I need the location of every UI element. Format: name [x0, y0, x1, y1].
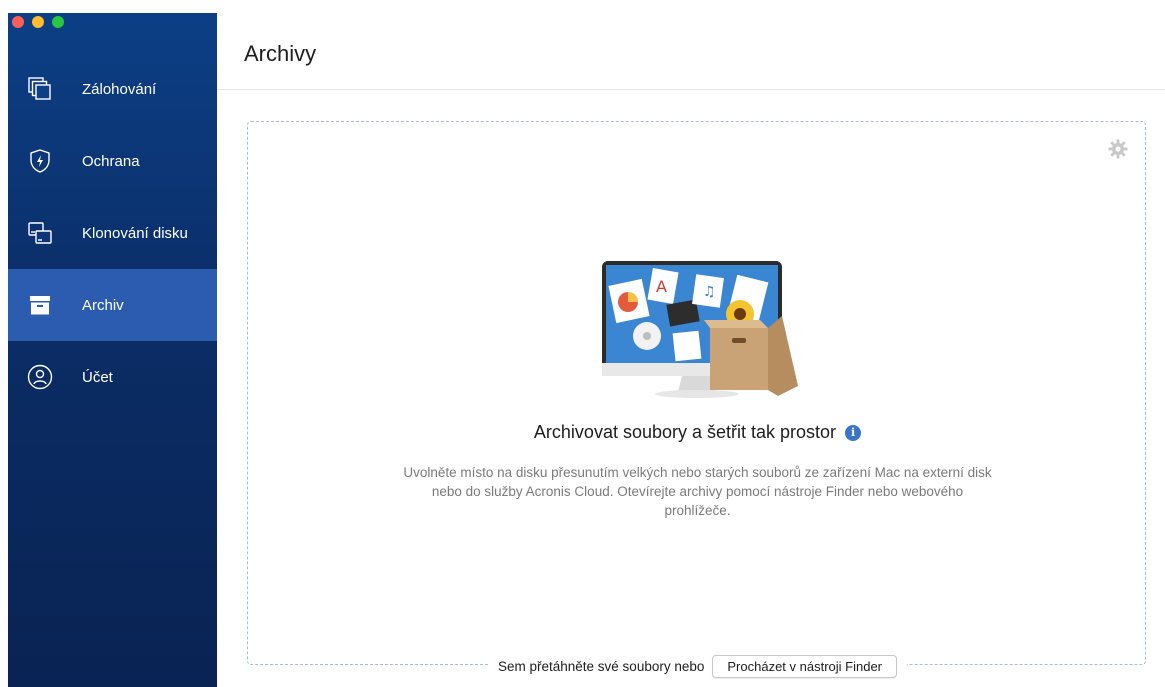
sidebar-item-label: Ochrana	[82, 152, 140, 170]
dropzone-heading-text: Archivovat soubory a šetřit tak prostor	[533, 422, 837, 442]
browse-finder-button[interactable]: Procházet v nástroji Finder	[712, 655, 897, 678]
sidebar-item-disk-clone[interactable]: Klonování disku	[8, 197, 217, 269]
app-window: Zálohování Ochrana Klonování disku Archi…	[8, 13, 1165, 687]
sidebar-item-backup[interactable]: Zálohování	[8, 53, 217, 125]
main-content: Archivy A ♫ Archivovat soubory a šetřit …	[217, 13, 1165, 687]
minimize-window-button[interactable]	[32, 16, 44, 28]
archive-dropzone[interactable]: A ♫ Archivovat soubory a šetřit tak pros…	[247, 121, 1147, 678]
window-controls	[12, 16, 64, 28]
close-window-button[interactable]	[12, 16, 24, 28]
sidebar-item-account[interactable]: Účet	[8, 341, 217, 413]
sidebar-item-protection[interactable]: Ochrana	[8, 125, 217, 197]
sidebar-item-label: Archiv	[82, 296, 124, 314]
gear-icon[interactable]	[1107, 138, 1129, 160]
sidebar-item-label: Klonování disku	[82, 224, 188, 242]
info-icon[interactable]: i	[845, 425, 862, 441]
svg-text:♫: ♫	[703, 284, 716, 300]
shield-bolt-icon	[24, 145, 56, 177]
archive-illustration: A ♫	[592, 258, 802, 403]
sidebar-item-archive[interactable]: Archiv	[8, 269, 217, 341]
drop-hint-text: Sem přetáhněte své soubory nebo	[497, 659, 705, 674]
sidebar: Zálohování Ochrana Klonování disku Archi…	[8, 13, 217, 687]
dropzone-description: Uvolněte místo na disku přesunutím velký…	[403, 465, 992, 518]
page-title: Archivy	[244, 41, 317, 66]
svg-text:A: A	[656, 277, 667, 296]
disk-clone-icon	[24, 217, 56, 249]
zoom-window-button[interactable]	[52, 16, 64, 28]
dropzone-heading: Archivovat soubory a šetřit tak prostor …	[248, 422, 1147, 443]
archive-box-icon	[24, 289, 56, 321]
backup-copies-icon	[24, 73, 56, 105]
sidebar-item-label: Zálohování	[82, 80, 157, 98]
sidebar-item-label: Účet	[82, 368, 113, 386]
account-icon	[24, 361, 56, 393]
dropzone-footer: Sem přetáhněte své soubory nebo Procháze…	[248, 655, 1147, 678]
page-header: Archivy	[217, 13, 1165, 90]
